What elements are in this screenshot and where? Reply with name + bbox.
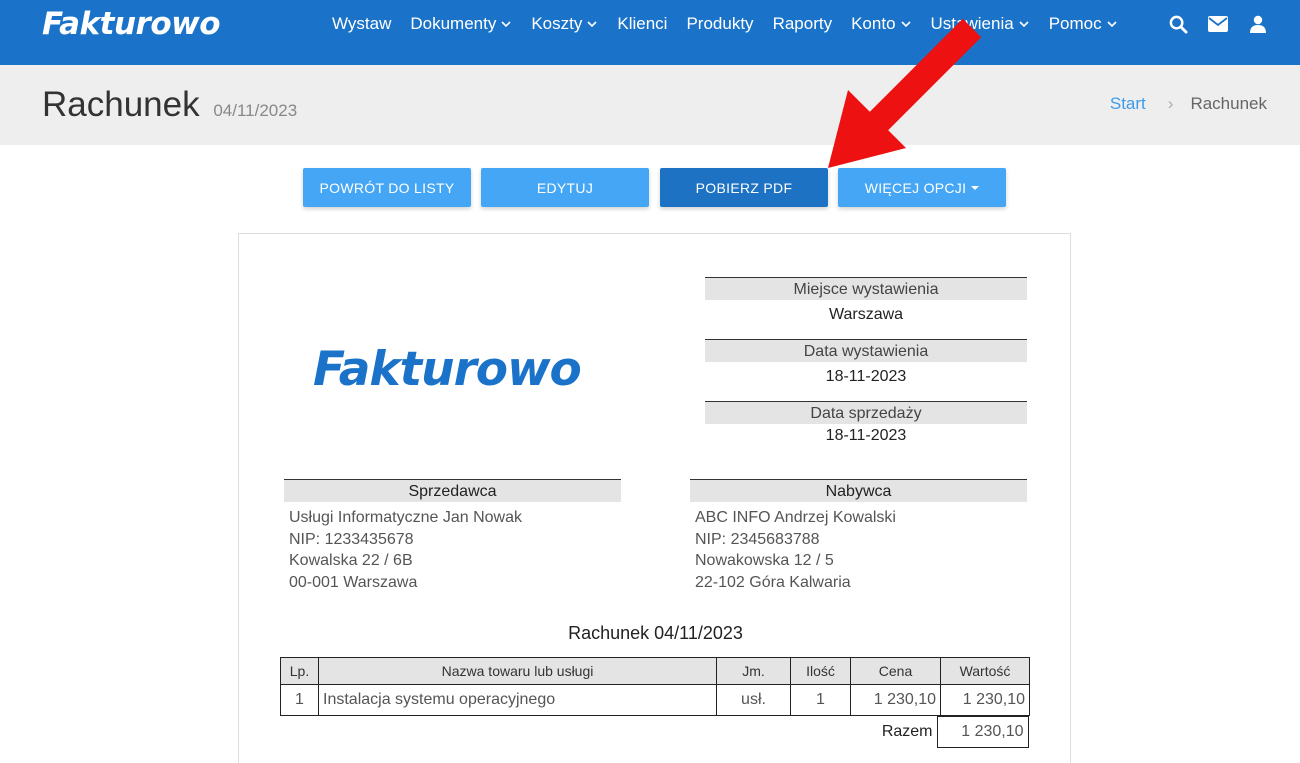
download-pdf-button[interactable]: POBIERZ PDF: [660, 168, 828, 207]
chevron-down-icon: [501, 21, 511, 28]
place-of-issue: Miejsce wystawienia Warszawa: [705, 277, 1027, 330]
invoice-document: Fakturowo Miejsce wystawienia Warszawa D…: [238, 233, 1071, 763]
seller-name: Usługi Informatyczne Jan Nowak: [289, 509, 522, 526]
col-name: Nazwa towaru lub usługi: [318, 657, 717, 685]
seller-block: Sprzedawca Usługi Informatyczne Jan Nowa…: [284, 479, 621, 593]
page-title-text: Rachunek: [42, 85, 200, 124]
sale-date-value: 18-11-2023: [825, 427, 907, 444]
place-label: Miejsce wystawienia: [705, 277, 1027, 300]
chevron-down-icon: [1107, 21, 1117, 28]
brand-logo[interactable]: Fakturowo: [42, 6, 221, 42]
sale-date: Data sprzedaży 18-11-2023: [705, 401, 1027, 448]
total-value: 1 230,10: [936, 716, 1029, 748]
nav-item-label: Pomoc: [1048, 14, 1102, 33]
breadcrumb-separator: ›: [1167, 94, 1174, 113]
user-icon[interactable]: [1248, 14, 1268, 34]
edit-button[interactable]: EDYTUJ: [481, 168, 649, 207]
items-table: Lp. Nazwa towaru lub usługi Jm. Ilość Ce…: [280, 657, 1030, 716]
seller-label: Sprzedawca: [284, 479, 621, 502]
back-to-list-button[interactable]: POWRÓT DO LISTY: [303, 168, 471, 207]
cell-unit: usł.: [716, 684, 791, 716]
chevron-down-icon: [1019, 21, 1029, 28]
buyer-block: Nabywca ABC INFO Andrzej Kowalski NIP: 2…: [690, 479, 1027, 593]
total-label: Razem: [881, 723, 933, 740]
col-value: Wartość: [940, 657, 1030, 685]
chevron-down-icon: [587, 21, 597, 28]
col-unit: Jm.: [716, 657, 791, 685]
more-options-label: WIĘCEJ OPCJI: [864, 179, 967, 196]
top-navbar: Fakturowo Wystaw Dokumenty Koszty Klienc…: [0, 0, 1300, 65]
company-logo: Fakturowo: [313, 342, 582, 397]
seller-nip: NIP: 1233435678: [289, 530, 414, 548]
buyer-street: Nowakowska 12 / 5: [695, 552, 834, 569]
nav-item-wystaw[interactable]: Wystaw: [332, 14, 401, 34]
sale-date-label: Data sprzedaży: [705, 401, 1027, 424]
nav-item-klienci[interactable]: Klienci: [608, 14, 677, 34]
buyer-name: ABC INFO Andrzej Kowalski: [695, 509, 896, 526]
breadcrumb: Start › Rachunek: [1110, 94, 1267, 114]
place-value: Warszawa: [828, 306, 904, 323]
breadcrumb-current: Rachunek: [1190, 94, 1267, 113]
buyer-nip: NIP: 2345683788: [695, 530, 820, 548]
table-header-row: Lp. Nazwa towaru lub usługi Jm. Ilość Ce…: [280, 657, 1030, 685]
seller-city: 00-001 Warszawa: [289, 573, 418, 591]
buyer-city: 22-102 Góra Kalwaria: [695, 573, 851, 591]
issue-date-value: 18-11-2023: [825, 368, 907, 385]
document-title: Rachunek 04/11/2023: [568, 623, 743, 643]
cell-value: 1 230,10: [940, 684, 1030, 716]
page-title: Rachunek 04/11/2023: [42, 85, 297, 125]
main-menu: Wystaw Dokumenty Koszty Klienci Produkty…: [332, 14, 1128, 34]
col-qty: Ilość: [790, 657, 851, 685]
seller-street: Kowalska 22 / 6B: [289, 552, 413, 569]
nav-item-pomoc[interactable]: Pomoc: [1040, 14, 1128, 34]
cell-qty: 1: [790, 684, 851, 716]
table-row: 1 Instalacja systemu operacyjnego usł. 1…: [280, 684, 1030, 716]
nav-icons: [1168, 14, 1268, 34]
nav-item-label: Wystaw: [332, 14, 392, 33]
search-icon[interactable]: [1168, 14, 1188, 34]
col-price: Cena: [850, 657, 941, 685]
breadcrumb-start[interactable]: Start: [1110, 94, 1146, 114]
issue-date: Data wystawienia 18-11-2023: [705, 339, 1027, 392]
caret-down-icon: [971, 185, 980, 190]
page-header: Rachunek 04/11/2023 Start › Rachunek: [0, 65, 1300, 145]
nav-item-label: Produkty: [686, 14, 754, 33]
red-arrow-annotation: [828, 18, 982, 168]
page-subtitle: 04/11/2023: [213, 101, 298, 120]
buyer-label: Nabywca: [690, 479, 1027, 502]
cell-name: Instalacja systemu operacyjnego: [318, 684, 717, 716]
col-lp: Lp.: [280, 657, 319, 685]
nav-item-label: Klienci: [617, 14, 668, 33]
cell-lp: 1: [280, 684, 319, 716]
total-row: Razem 1 230,10: [842, 716, 1029, 748]
issue-date-label: Data wystawienia: [705, 339, 1027, 362]
nav-item-label: Dokumenty: [410, 14, 497, 33]
envelope-icon[interactable]: [1208, 14, 1228, 34]
nav-item-koszty[interactable]: Koszty: [522, 14, 608, 34]
nav-item-dokumenty[interactable]: Dokumenty: [401, 14, 522, 34]
nav-item-label: Koszty: [531, 14, 583, 33]
nav-item-produkty[interactable]: Produkty: [677, 14, 763, 34]
cell-price: 1 230,10: [850, 684, 941, 716]
total-table: Razem 1 230,10: [842, 716, 1029, 748]
